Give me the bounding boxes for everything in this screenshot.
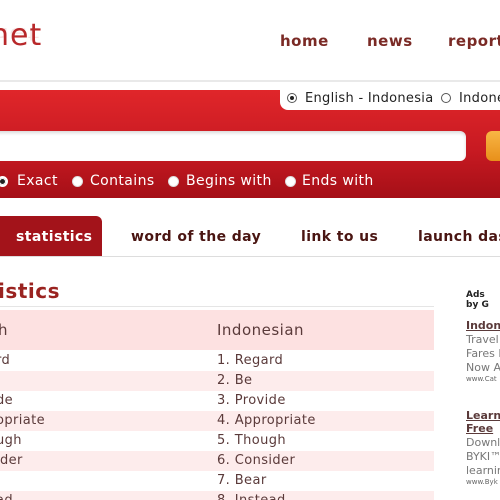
cell-english: ugh bbox=[0, 433, 22, 448]
table-row: ider 6. Consider bbox=[0, 451, 434, 471]
table-row: opriate 4. Appropriate bbox=[0, 411, 434, 431]
search-input[interactable] bbox=[0, 131, 466, 161]
ad-title[interactable]: Learn bbox=[466, 409, 500, 422]
column-header-indonesian: Indonesian bbox=[217, 321, 305, 339]
match-label-begins-with[interactable]: Begins with bbox=[186, 173, 272, 189]
table-row: de 3. Provide bbox=[0, 391, 434, 411]
table-row: ugh 5. Though bbox=[0, 431, 434, 451]
tab-statistics-label[interactable]: statistics bbox=[16, 229, 92, 245]
column-header-english: h bbox=[0, 321, 9, 339]
ads-label[interactable]: Ads by G bbox=[466, 290, 500, 310]
table-row: 7. Bear bbox=[0, 471, 434, 491]
ad-url[interactable]: www.Byk bbox=[466, 478, 498, 486]
table-row: rd 1. Regard bbox=[0, 351, 434, 371]
nav-report-link[interactable]: report bbox=[448, 32, 500, 50]
match-label-ends-with[interactable]: Ends with bbox=[302, 173, 374, 189]
cell-english: rd bbox=[0, 353, 11, 368]
ad-text: learnin bbox=[466, 464, 500, 477]
ad-title[interactable]: Indone bbox=[466, 319, 500, 332]
table-row: 2. Be bbox=[0, 371, 434, 391]
language-radio-english-indonesia[interactable] bbox=[287, 93, 297, 103]
logo-reflection: net bbox=[0, 23, 40, 44]
language-label-indonesia[interactable]: Indone bbox=[459, 91, 500, 106]
match-label-exact[interactable]: Exact bbox=[17, 173, 58, 189]
cell-indonesian: 7. Bear bbox=[217, 473, 267, 488]
page-title: tistics bbox=[0, 279, 60, 303]
cell-indonesian: 6. Consider bbox=[217, 453, 296, 468]
ad-text: Fares E bbox=[466, 347, 500, 360]
cell-indonesian: 4. Appropriate bbox=[217, 413, 316, 428]
cell-english: opriate bbox=[0, 413, 46, 428]
ad-url[interactable]: www.Cat bbox=[466, 375, 497, 383]
header-divider bbox=[0, 80, 500, 82]
language-label-english-indonesia[interactable]: English - Indonesia bbox=[305, 91, 433, 106]
search-button[interactable] bbox=[486, 131, 500, 161]
cell-english: ider bbox=[0, 453, 23, 468]
cell-indonesian: 3. Provide bbox=[217, 393, 286, 408]
ad-text: Now Av bbox=[466, 361, 500, 374]
cell-english: de bbox=[0, 393, 14, 408]
cell-indonesian: 5. Though bbox=[217, 433, 286, 448]
match-radio-contains[interactable] bbox=[72, 176, 83, 187]
ad-text: Downlo bbox=[466, 436, 500, 449]
cell-indonesian: 2. Be bbox=[217, 373, 253, 388]
table-row: ad 8. Instead bbox=[0, 491, 434, 500]
cell-indonesian: 8. Instead bbox=[217, 491, 286, 500]
match-radio-ends-with[interactable] bbox=[285, 176, 296, 187]
ad-text: BYKI™ bbox=[466, 450, 500, 463]
match-radio-begins-with[interactable] bbox=[168, 176, 179, 187]
nav-news-link[interactable]: news bbox=[367, 32, 413, 50]
match-label-contains[interactable]: Contains bbox=[90, 173, 155, 189]
language-radio-indonesia[interactable] bbox=[441, 93, 451, 103]
ad-text: Travel I bbox=[466, 333, 500, 346]
tab-word-of-the-day[interactable]: word of the day bbox=[131, 229, 261, 245]
cell-indonesian: 1. Regard bbox=[217, 353, 284, 368]
title-divider bbox=[0, 306, 434, 307]
ad-title[interactable]: Free bbox=[466, 422, 493, 435]
tab-link-to-us[interactable]: link to us bbox=[301, 229, 378, 245]
nav-home-link[interactable]: home bbox=[280, 32, 329, 50]
tab-launch-dashboard[interactable]: launch das bbox=[418, 229, 500, 245]
cell-english: ad bbox=[0, 491, 13, 500]
